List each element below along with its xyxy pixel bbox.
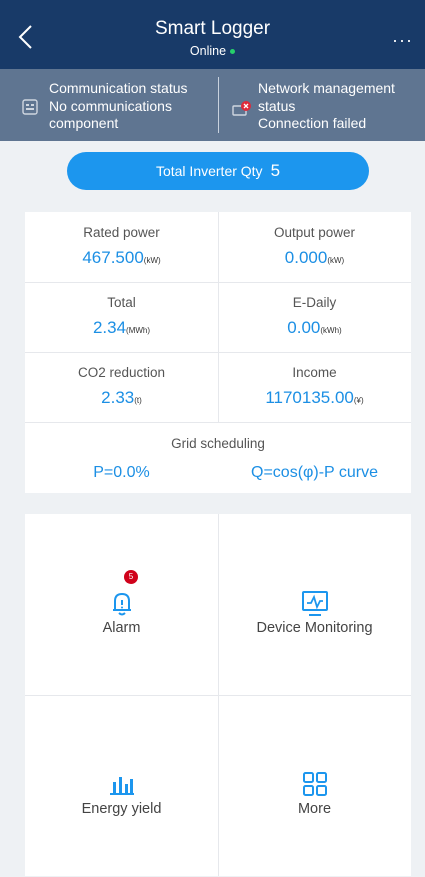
income-number: 1170135.00: [265, 388, 354, 407]
output-power-cell: Output power 0.000(kW): [218, 212, 411, 282]
network-error-icon: [232, 101, 251, 116]
e-daily-number: 0.00: [287, 318, 321, 337]
more-tile[interactable]: More: [218, 695, 411, 876]
alarm-label: Alarm: [102, 620, 141, 636]
grid-scheduling-label: Grid scheduling: [171, 436, 265, 451]
grid-scheduling-p-value: P=0.0%: [93, 464, 150, 481]
status-bar: Communication status No communications c…: [0, 69, 425, 141]
output-power-number: 0.000: [284, 248, 328, 267]
total-label: Total: [107, 295, 136, 310]
page-title: Smart Logger: [154, 18, 271, 39]
rated-power-value: 467.500(kW): [25, 248, 218, 268]
bar-chart-icon: [110, 777, 134, 795]
alarm-count-badge: 5: [124, 570, 138, 584]
total-unit: (MWh): [126, 326, 151, 335]
bell-icon: [113, 592, 131, 616]
e-daily-value: 0.00(kWh): [218, 318, 411, 338]
inverter-qty-count: 5: [270, 161, 281, 180]
income-value: 1170135.00(¥): [218, 388, 411, 408]
output-power-unit: (kW): [327, 256, 345, 265]
online-status-text: Online: [189, 44, 227, 58]
grid-scheduling-q-value: Q=cos(φ)-P curve: [251, 464, 378, 481]
app-header: Smart Logger Online ···: [0, 0, 425, 69]
metrics-divider: [25, 422, 411, 423]
device-monitoring-tile[interactable]: Device Monitoring: [218, 514, 411, 695]
total-cell: Total 2.34(MWh): [25, 282, 218, 352]
total-value: 2.34(MWh): [25, 318, 218, 338]
co2-value: 2.33(t): [25, 388, 218, 408]
function-tiles: 5 Alarm Device Monitoring Energy yield M…: [25, 514, 411, 876]
e-daily-label: E-Daily: [292, 295, 337, 310]
income-cell: Income 1170135.00(¥): [218, 352, 411, 422]
energy-yield-label: Energy yield: [81, 801, 162, 817]
status-divider: [218, 77, 219, 133]
online-status: Online: [0, 44, 425, 58]
output-power-value: 0.000(kW): [218, 248, 411, 268]
monitor-icon: [302, 591, 328, 616]
co2-unit: (t): [134, 396, 142, 405]
rated-power-number: 467.500: [82, 248, 144, 267]
communication-icon: [22, 99, 38, 115]
grid-icon: [303, 772, 327, 796]
co2-number: 2.33: [101, 388, 135, 407]
communication-status-text: Communication status No communications c…: [49, 80, 188, 131]
alarm-tile[interactable]: 5 Alarm: [25, 514, 218, 695]
income-unit: (¥): [353, 396, 364, 405]
output-power-label: Output power: [273, 225, 356, 240]
device-monitoring-label: Device Monitoring: [256, 620, 373, 636]
total-number: 2.34: [92, 318, 127, 337]
e-daily-unit: (kWh): [320, 326, 342, 335]
metrics-panel: Rated power 467.500(kW) Output power 0.0…: [25, 212, 411, 493]
network-status-text: Network management status Connection fai…: [258, 80, 395, 131]
rated-power-cell: Rated power 467.500(kW): [25, 212, 218, 282]
more-options-icon[interactable]: ···: [392, 30, 413, 51]
more-label: More: [297, 801, 332, 817]
income-label: Income: [292, 365, 337, 380]
co2-cell: CO2 reduction 2.33(t): [25, 352, 218, 422]
co2-label: CO2 reduction: [77, 365, 166, 380]
online-dot-icon: [230, 49, 236, 55]
inverter-qty-label: Total Inverter Qty: [155, 163, 263, 179]
energy-yield-tile[interactable]: Energy yield: [25, 695, 218, 876]
rated-power-label: Rated power: [83, 225, 160, 240]
rated-power-unit: (kW): [143, 256, 161, 265]
e-daily-cell: E-Daily 0.00(kWh): [218, 282, 411, 352]
total-inverter-qty-button[interactable]: Total Inverter Qty 5: [67, 152, 369, 190]
